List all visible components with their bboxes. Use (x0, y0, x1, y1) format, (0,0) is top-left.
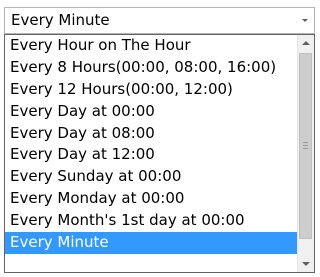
grip-line (303, 142, 308, 143)
arrow-up-icon (302, 41, 310, 45)
schedule-dropdown-list: Every Hour on The Hour Every 8 Hours(00:… (4, 34, 315, 273)
scrollbar-thumb[interactable] (299, 53, 312, 239)
list-item[interactable]: Every 12 Hours(00:00, 12:00) (5, 79, 297, 101)
grip-line (303, 145, 308, 146)
list-item[interactable]: Every Day at 00:00 (5, 101, 297, 123)
option-list: Every Hour on The Hour Every 8 Hours(00:… (5, 35, 297, 272)
grip-line (303, 148, 308, 149)
list-item[interactable]: Every Hour on The Hour (5, 35, 297, 57)
chevron-down-icon (302, 19, 308, 22)
list-item-selected[interactable]: Every Minute (5, 232, 297, 254)
list-item[interactable]: Every Monday at 00:00 (5, 188, 297, 210)
schedule-combobox[interactable]: Every Minute (4, 7, 315, 34)
list-item[interactable]: Every Day at 12:00 (5, 144, 297, 166)
list-item[interactable]: Every 8 Hours(00:00, 08:00, 16:00) (5, 57, 297, 79)
scroll-up-button[interactable] (298, 35, 314, 52)
dropdown-toggle-button[interactable] (297, 8, 314, 33)
vertical-scrollbar[interactable] (297, 35, 314, 272)
scroll-down-button[interactable] (298, 255, 314, 272)
arrow-down-icon (302, 262, 310, 266)
list-item[interactable]: Every Day at 08:00 (5, 123, 297, 145)
list-item[interactable]: Every Month's 1st day at 00:00 (5, 210, 297, 232)
list-item[interactable]: Every Sunday at 00:00 (5, 166, 297, 188)
combobox-selected-value: Every Minute (11, 11, 110, 29)
